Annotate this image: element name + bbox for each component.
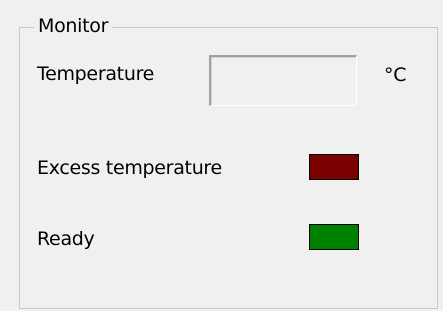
excess-temperature-indicator	[309, 154, 359, 180]
ready-indicator	[309, 224, 359, 250]
temperature-label: Temperature	[37, 63, 155, 85]
temperature-field[interactable]	[209, 55, 357, 106]
temperature-unit: °C	[384, 64, 407, 86]
excess-temperature-label: Excess temperature	[37, 157, 222, 179]
monitor-groupbox-title: Monitor	[34, 13, 113, 39]
ready-label: Ready	[37, 228, 95, 250]
